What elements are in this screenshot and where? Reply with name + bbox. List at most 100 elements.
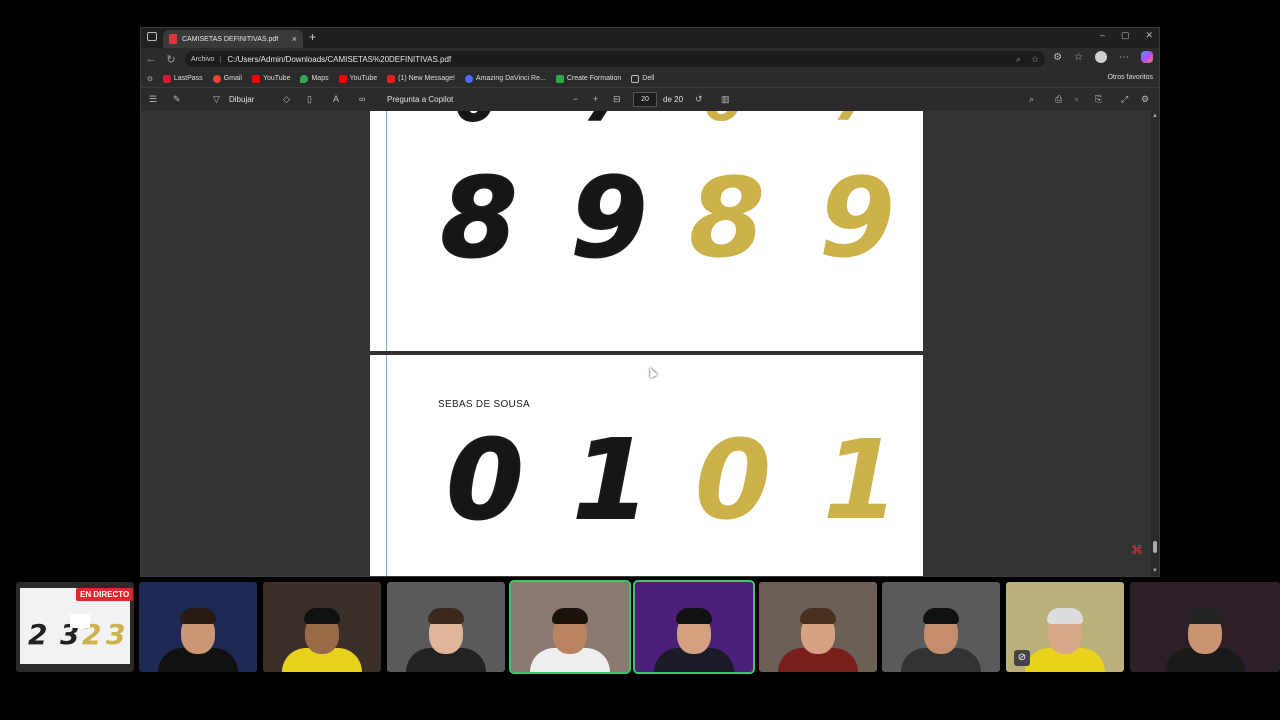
participant-hair <box>800 608 836 624</box>
extensions-icon[interactable]: ⚙ <box>1053 52 1062 63</box>
partial-digit: 6 <box>688 111 758 129</box>
bookmark-youtube[interactable]: YouTube <box>251 74 290 83</box>
reload-icon[interactable]: ↻ <box>161 53 181 66</box>
gmail-icon <box>212 74 221 83</box>
page-number-input[interactable]: 20 <box>633 92 657 107</box>
participant-tile-6[interactable] <box>759 582 877 672</box>
margin-guide <box>386 111 387 351</box>
bookmark-label: Maps <box>311 75 329 82</box>
lastpass-icon <box>162 74 171 83</box>
pdf-page-19: 6 7 6 7 8 9 8 9 <box>370 111 923 351</box>
acrobat-icon[interactable]: ⌘ <box>1131 543 1143 557</box>
participant-tile-9[interactable] <box>1130 582 1280 672</box>
settings-icon[interactable]: ⚙ <box>1141 94 1149 105</box>
number-8-gold: 8 <box>688 154 766 282</box>
davinci-icon <box>464 74 473 83</box>
participant-tile-3[interactable] <box>387 582 505 672</box>
bookmark-label: Amazing DaVinci Re... <box>475 75 546 82</box>
bookmark-youtube-2[interactable]: YouTube <box>338 74 378 83</box>
pdf-page-20: SEBAS DE SOUSA 0 1 0 1 <box>370 355 923 576</box>
maximize-button[interactable]: ▢ <box>1121 30 1130 41</box>
vertical-scrollbar[interactable]: ▲ ▼ <box>1151 111 1159 576</box>
participant-tile-5[interactable] <box>633 580 755 674</box>
screen-share-tile[interactable]: 2 3 2 3 EN DIRECTO <box>16 582 134 672</box>
participant-tile-2[interactable] <box>263 582 381 672</box>
screen: CAMISETAS DEFINITIVAS.pdf × + – ▢ ✕ ← ↻ … <box>0 0 1280 720</box>
pdf-viewer[interactable]: 6 7 6 7 8 9 8 9 SEBAS DE SOUSA 0 1 0 1 ⌘… <box>141 111 1159 576</box>
page-view-icon[interactable]: ▥ <box>721 94 730 105</box>
message-icon <box>387 74 396 83</box>
bookmark-lastpass[interactable]: LastPass <box>162 74 203 83</box>
save-icon[interactable]: ▫ <box>1075 94 1078 104</box>
browser-window: CAMISETAS DEFINITIVAS.pdf × + – ▢ ✕ ← ↻ … <box>140 27 1160 577</box>
contents-icon[interactable]: ☰ <box>149 94 157 105</box>
scroll-down-icon[interactable]: ▼ <box>1152 568 1158 574</box>
formation-icon <box>555 74 564 83</box>
draw-icon[interactable]: ▽ <box>213 94 220 105</box>
zoom-out-icon[interactable]: − <box>573 94 578 104</box>
bookmark-label: Dell <box>642 75 655 82</box>
bookmark-create-formation[interactable]: Create Formation <box>555 74 622 83</box>
zoom-icon[interactable]: ⌕ <box>1016 54 1021 65</box>
site-info[interactable]: Archivo <box>191 55 222 63</box>
participant-hair <box>1187 608 1223 624</box>
participant-tile-4[interactable] <box>509 580 631 674</box>
search-icon[interactable]: ⌕ <box>1029 94 1034 105</box>
bookmark-label: YouTube <box>349 75 378 82</box>
participant-hair <box>923 608 959 624</box>
scroll-thumb[interactable] <box>1153 541 1157 553</box>
minimize-button[interactable]: – <box>1100 30 1105 41</box>
bookmark-gmail[interactable]: Gmail <box>212 74 242 83</box>
bookmark-label: Create Formation <box>566 75 622 82</box>
back-icon[interactable]: ← <box>141 53 161 65</box>
number-8-black: 8 <box>440 154 519 282</box>
profile-avatar[interactable] <box>1095 51 1107 63</box>
zoom-in-icon[interactable]: + <box>593 94 598 104</box>
eraser-icon[interactable]: ◇ <box>283 94 290 105</box>
rotate-icon[interactable]: ↺ <box>695 94 703 105</box>
bookmarks-toggle-icon[interactable]: ⊙ <box>147 75 153 83</box>
participant-cap <box>1047 608 1083 624</box>
save-as-icon[interactable]: ⎘ <box>1095 94 1102 105</box>
close-window-button[interactable]: ✕ <box>1145 30 1153 41</box>
bookmark-davinci[interactable]: Amazing DaVinci Re... <box>464 74 546 83</box>
layout-icon[interactable]: ▯ <box>307 94 312 105</box>
bookmark-label: LastPass <box>173 75 203 82</box>
maps-icon <box>300 74 309 83</box>
highlight-icon[interactable]: ✎ <box>173 94 181 105</box>
favorites-icon[interactable]: ☆ <box>1074 52 1083 63</box>
more-menu-icon[interactable]: ⋯ <box>1119 52 1129 63</box>
number-0-black: 0 <box>446 416 525 544</box>
participant-tile-7[interactable] <box>882 582 1000 672</box>
bookmark-maps[interactable]: Maps <box>300 74 329 83</box>
new-tab-button[interactable]: + <box>309 30 316 44</box>
bookmark-dell[interactable]: Dell <box>631 74 655 83</box>
fit-page-icon[interactable]: ⊟ <box>613 94 621 105</box>
partial-digit: 6 <box>440 111 510 130</box>
other-favorites[interactable]: Otros favoritos <box>1107 74 1153 81</box>
participant-tile-8[interactable]: ⊘ <box>1006 582 1124 672</box>
bookmarks-bar: ⊙ LastPass Gmail YouTube Maps YouTube (1… <box>141 70 1159 87</box>
fullscreen-icon[interactable]: ⤢ <box>1121 94 1128 105</box>
youtube-icon <box>251 74 260 83</box>
read-aloud-icon[interactable]: A <box>333 94 339 104</box>
partial-digit: 7 <box>818 111 888 129</box>
tab-close-icon[interactable]: × <box>292 34 297 44</box>
url-text[interactable]: C:/Users/Admin/Downloads/CAMISETAS%20DEF… <box>227 55 451 64</box>
address-bar[interactable]: Archivo C:/Users/Admin/Downloads/CAMISET… <box>185 51 1045 67</box>
bookmark-new-message[interactable]: (1) New Message! <box>387 74 455 83</box>
margin-guide <box>386 355 387 576</box>
copilot-icon[interactable] <box>1141 51 1153 63</box>
participant-tile-1[interactable] <box>139 582 257 672</box>
bookmark-label: (1) New Message! <box>398 75 455 82</box>
copilot-button[interactable]: Pregunta a Copilot <box>387 95 453 104</box>
live-badge: EN DIRECTO <box>76 588 134 601</box>
scroll-up-icon[interactable]: ▲ <box>1152 113 1158 119</box>
tab-pdf[interactable]: CAMISETAS DEFINITIVAS.pdf × <box>163 30 303 48</box>
draw-button[interactable]: Dibujar <box>229 95 254 104</box>
tab-actions-icon[interactable] <box>147 32 157 41</box>
translate-icon[interactable]: ∞ <box>359 94 365 104</box>
monitor-icon <box>70 614 90 628</box>
favorite-star-icon[interactable]: ☆ <box>1031 54 1039 65</box>
print-icon[interactable]: ⎙ <box>1055 94 1062 105</box>
